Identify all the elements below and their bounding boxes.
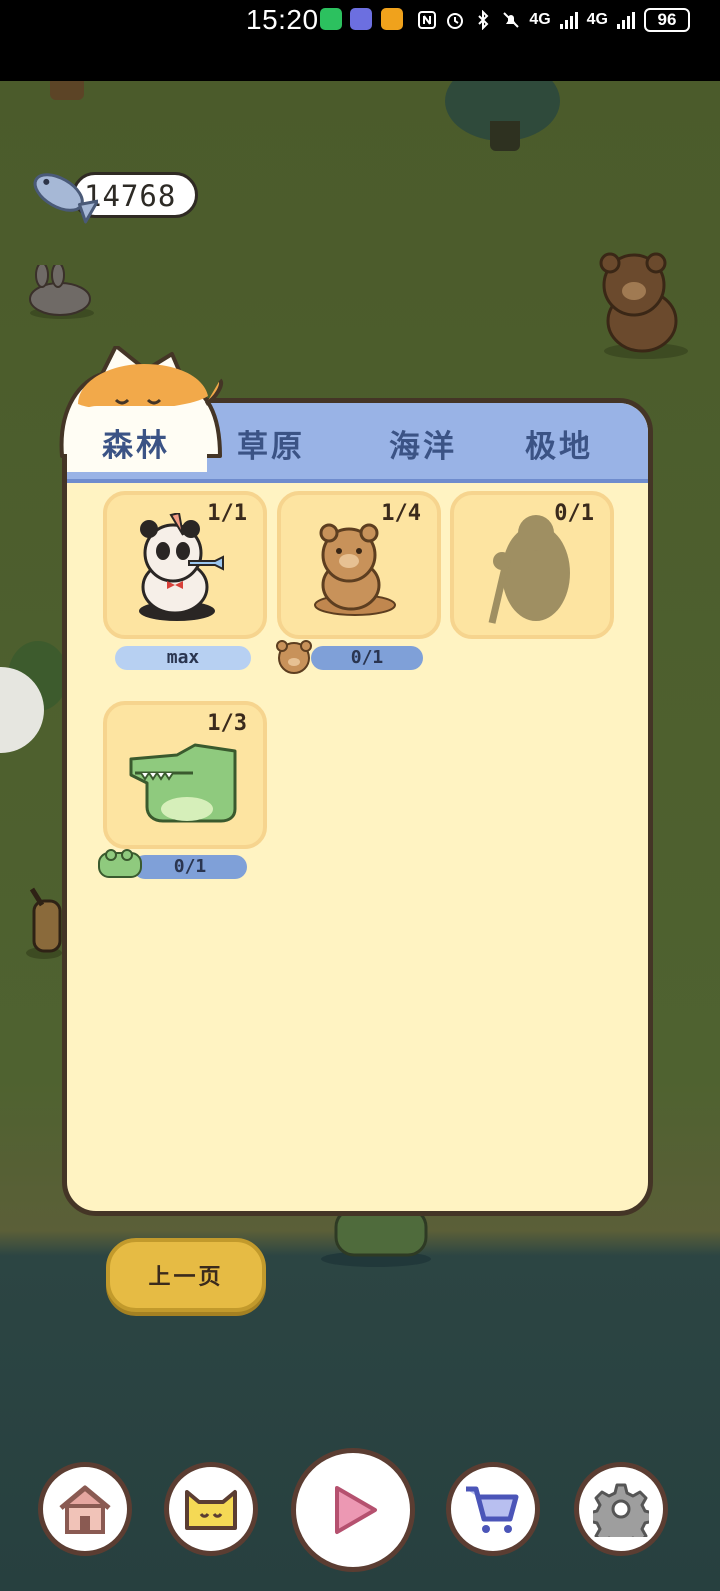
- prev-page-button[interactable]: 上一页: [106, 1238, 266, 1312]
- prev-page-label: 上一页: [148, 1264, 224, 1290]
- stump: [50, 81, 84, 100]
- weibo-icon: [381, 8, 403, 30]
- status-time: 15:20: [246, 4, 319, 35]
- fish-counter: 14768: [32, 172, 200, 224]
- tab-grassland[interactable]: 草原: [237, 421, 305, 466]
- dog-sprite: [26, 887, 62, 959]
- locked-silhouette: [488, 515, 570, 624]
- fish-icon: [33, 173, 98, 224]
- bear-sprite: [599, 252, 688, 359]
- progress-label: max: [166, 647, 200, 668]
- network-label-2: 4G: [586, 11, 608, 28]
- signal-icon-2: [617, 12, 635, 29]
- wechat-icon: [320, 8, 342, 30]
- settings-button[interactable]: [574, 1462, 668, 1556]
- animal-card-gorilla[interactable]: 0/1: [450, 491, 614, 639]
- cats-button[interactable]: [164, 1462, 258, 1556]
- tab-polar[interactable]: 极地: [525, 421, 593, 466]
- tree-trunk: [490, 121, 520, 151]
- rabbit-sprite: [29, 265, 94, 319]
- cart-icon: [466, 1486, 519, 1533]
- battery-indicator: 96: [644, 8, 690, 32]
- animal-card-bear[interactable]: 1/4: [277, 491, 441, 639]
- progress-label: 0/1: [173, 856, 207, 877]
- bear-mini-icon: [276, 640, 312, 674]
- house-icon: [59, 1485, 111, 1534]
- mute-icon: [503, 12, 520, 28]
- nfc-icon: [418, 11, 437, 29]
- gear-icon: [593, 1483, 649, 1537]
- signal-icon: [559, 12, 578, 29]
- tieba-icon: [350, 8, 372, 30]
- alarm-icon: [447, 13, 464, 29]
- animal-card-panda[interactable]: 1/1: [103, 491, 267, 639]
- shop-button[interactable]: [446, 1462, 540, 1556]
- tab-ocean[interactable]: 海洋: [389, 421, 457, 466]
- tab-forest-label[interactable]: 森林: [102, 420, 170, 465]
- progress-label: 0/1: [350, 647, 384, 668]
- panda-art: [139, 513, 224, 621]
- home-button[interactable]: [38, 1462, 132, 1556]
- play-icon: [335, 1486, 377, 1534]
- status-icons: 4G 4G 96: [417, 4, 690, 36]
- animal-card-crocodile[interactable]: 1/3: [103, 701, 267, 849]
- collection-panel: 森林 草原 海洋 极地 1/1 max 1/4: [62, 398, 653, 1216]
- progress-bar-bear: 0/1: [276, 640, 423, 674]
- bear-art: [314, 523, 396, 616]
- crocodile-art: [129, 743, 237, 823]
- network-label-1: 4G: [529, 11, 551, 28]
- status-bar: 15:20 4G 4G 96: [0, 0, 720, 81]
- play-button[interactable]: [291, 1448, 415, 1572]
- cat-face-icon: [185, 1490, 237, 1530]
- bluetooth-icon: [478, 10, 489, 30]
- progress-bar-panda: max: [115, 646, 251, 670]
- progress-bar-crocodile: 0/1: [98, 849, 247, 879]
